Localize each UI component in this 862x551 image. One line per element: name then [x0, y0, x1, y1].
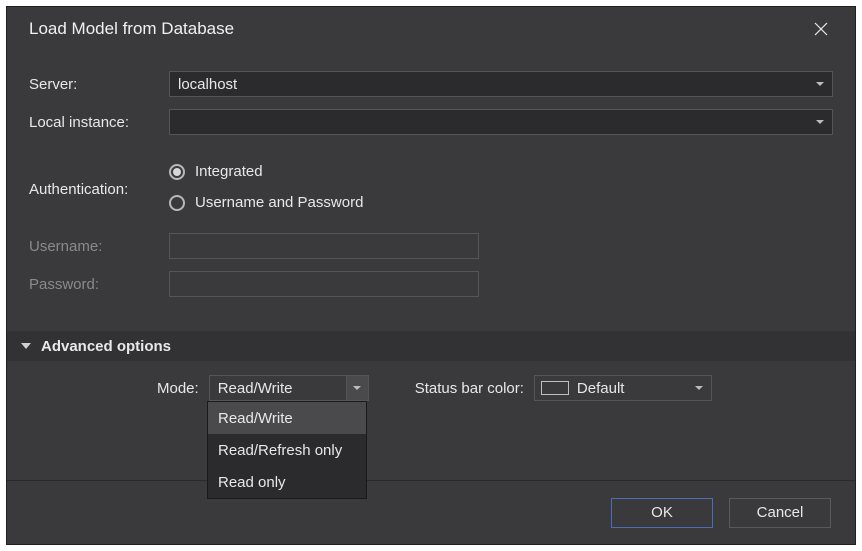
- status-bar-color-label: Status bar color:: [415, 380, 524, 397]
- mode-value: Read/Write: [218, 380, 293, 397]
- radio-icon: [169, 164, 185, 180]
- username-row: Username:: [29, 233, 833, 259]
- chevron-down-icon: [816, 82, 824, 86]
- dialog-title: Load Model from Database: [29, 19, 234, 39]
- status-value: Default: [577, 380, 625, 397]
- color-swatch: [541, 381, 569, 395]
- password-row: Password:: [29, 271, 833, 297]
- cancel-label: Cancel: [757, 504, 804, 521]
- close-button[interactable]: [801, 14, 841, 44]
- close-icon: [814, 22, 828, 36]
- mode-combo[interactable]: Read/Write: [209, 375, 369, 401]
- chevron-down-icon: [816, 120, 824, 124]
- dialog-content: Server: localhost Local instance: Authen…: [7, 51, 855, 480]
- advanced-options-label: Advanced options: [41, 338, 171, 355]
- mode-label: Mode:: [157, 380, 199, 397]
- auth-userpass-radio[interactable]: Username and Password: [169, 194, 363, 211]
- advanced-options-header[interactable]: Advanced options: [7, 331, 855, 361]
- password-input[interactable]: [169, 271, 479, 297]
- auth-integrated-radio[interactable]: Integrated: [169, 163, 363, 180]
- ok-label: OK: [651, 504, 673, 521]
- mode-option-read-only[interactable]: Read only: [208, 466, 366, 498]
- titlebar: Load Model from Database: [7, 7, 855, 51]
- authentication-radio-group: Integrated Username and Password: [169, 161, 363, 213]
- mode-option-read-refresh-only[interactable]: Read/Refresh only: [208, 434, 366, 466]
- server-row: Server: localhost: [29, 71, 833, 97]
- authentication-label: Authentication:: [29, 161, 169, 198]
- local-instance-label: Local instance:: [29, 114, 169, 131]
- advanced-row: Mode: Read/Write Status bar color: Defau…: [29, 375, 833, 401]
- server-value: localhost: [178, 76, 237, 93]
- ok-button[interactable]: OK: [611, 498, 713, 528]
- local-instance-row: Local instance:: [29, 109, 833, 135]
- authentication-row: Authentication: Integrated Username and …: [29, 161, 833, 213]
- password-label: Password:: [29, 276, 169, 293]
- chevron-down-icon: [695, 386, 703, 390]
- server-label: Server:: [29, 76, 169, 93]
- auth-userpass-label: Username and Password: [195, 194, 363, 211]
- dialog-footer: OK Cancel: [7, 480, 855, 544]
- status-bar-color-combo[interactable]: Default: [534, 375, 712, 401]
- cancel-button[interactable]: Cancel: [729, 498, 831, 528]
- mode-option-read-write[interactable]: Read/Write: [208, 402, 366, 434]
- radio-icon: [169, 195, 185, 211]
- mode-dropdown-list: Read/Write Read/Refresh only Read only: [207, 401, 367, 499]
- chevron-down-icon: [346, 376, 368, 400]
- server-combo[interactable]: localhost: [169, 71, 833, 97]
- load-model-dialog: Load Model from Database Server: localho…: [6, 6, 856, 545]
- username-label: Username:: [29, 238, 169, 255]
- auth-integrated-label: Integrated: [195, 163, 263, 180]
- local-instance-combo[interactable]: [169, 109, 833, 135]
- username-input[interactable]: [169, 233, 479, 259]
